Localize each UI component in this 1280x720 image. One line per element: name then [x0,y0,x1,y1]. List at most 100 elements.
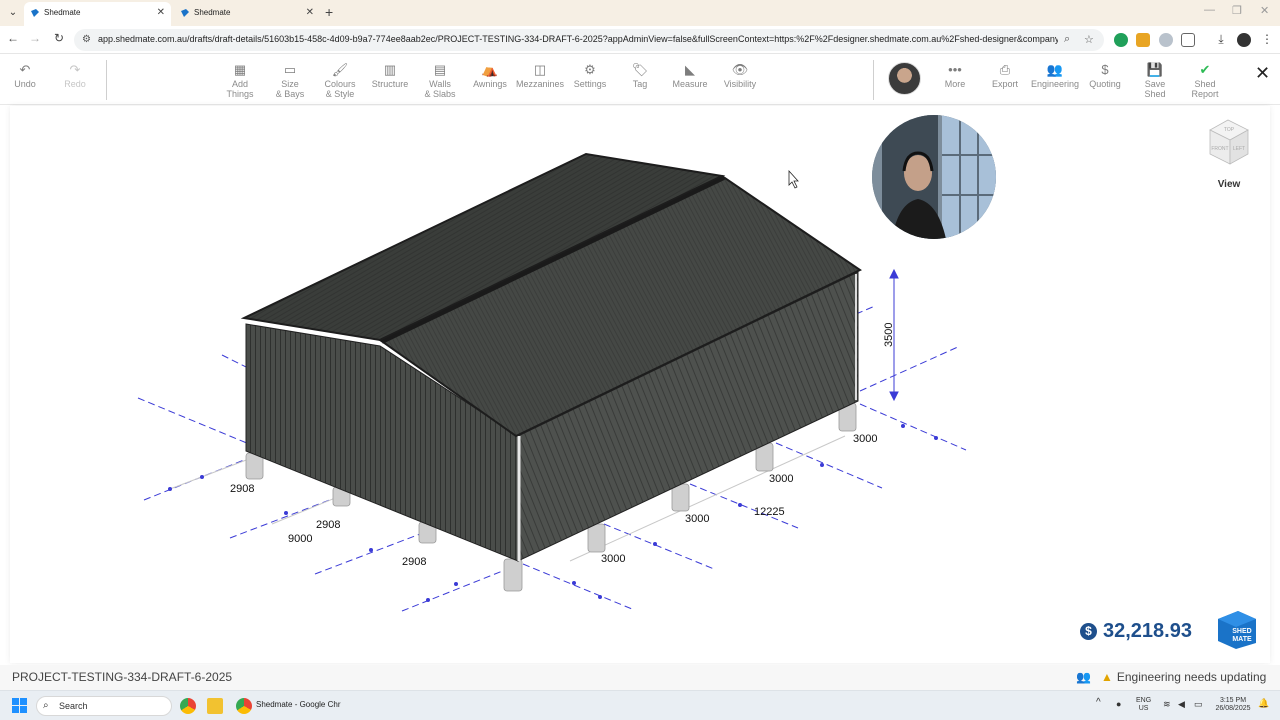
language-indicator[interactable]: ENG US [1136,697,1151,713]
toolbar-item-button-0[interactable]: ▦ Add Things [215,62,265,100]
minimize-icon[interactable]: — [1204,4,1215,16]
battery-icon[interactable]: ▭ [1194,700,1203,709]
status-bar: PROJECT-TESTING-334-DRAFT-6-2025 👥 ▲ Engin… [0,665,1280,690]
toolbar-item-label-line-1: Visibility [723,79,757,89]
toolbar-item-label-line-1: Walls [429,79,451,89]
dim-height: 3500 [883,323,895,347]
tab-close-icon[interactable]: ✕ [306,2,314,24]
more-icon: ••• [948,62,962,77]
browser-tab-inactive[interactable]: Shedmate ✕ [174,2,320,26]
back-icon[interactable]: ← [5,31,21,45]
tab-search-button[interactable]: ⌄ [4,4,22,22]
reload-icon[interactable]: ↻ [51,31,67,45]
toolbar-item-button-2[interactable]: 🖌 Colours & Style [315,62,365,100]
price-value: 32,218.93 [1103,620,1192,642]
engineering-icon: 👥 [1046,62,1064,77]
toolbar-item-button-9[interactable]: ◣ Measure [665,63,715,90]
toolbar-item-button-1[interactable]: ▭ Size & Bays [265,63,315,100]
view-label[interactable]: View [1206,179,1252,190]
quote-price[interactable]: $32,218.93 [1080,618,1192,644]
webcam-person-image [872,115,996,239]
awning-icon: ⛺ [481,62,499,77]
notification-icon[interactable]: 🔔 [1258,699,1269,708]
webcam-overlay [872,115,996,239]
chrome-taskbar-icon[interactable] [180,698,196,714]
taskbar-window-title[interactable]: Shedmate - Google Chr [256,700,341,709]
toolbar-right-item-label-line-1: Export [991,79,1018,89]
taskbar-search[interactable]: ⌕ Search [36,696,172,716]
redo-button[interactable]: ↷ Redo [50,62,100,90]
address-bar[interactable]: ⚙ app.shedmate.com.au/drafts/draft-detai… [74,29,1104,51]
toolbar-item-label-line-1: Awnings [473,79,507,89]
toolbar-item-label-line-1: Mezzanines [515,79,565,89]
printer-icon: ⎙ [999,62,1011,77]
extension-green-icon[interactable] [1114,33,1128,47]
maximize-icon[interactable]: ❐ [1232,4,1242,17]
project-name: PROJECT-TESTING-334-DRAFT-6-2025 [12,670,233,684]
shedmate-logo: SHED MATE [1218,611,1256,649]
toolbar-right-item-button-5[interactable]: ✔ Shed Report [1180,63,1230,100]
undo-button[interactable]: ↶ Undo [0,63,50,90]
forward-icon[interactable]: → [27,31,43,45]
extension-grey-icon[interactable] [1159,33,1173,47]
bookmark-star-icon[interactable]: ☆ [1084,33,1094,46]
download-icon[interactable]: ⤓ [1213,32,1229,47]
view-cube[interactable]: TOP FRONT LEFT [1206,118,1252,168]
shed-3d-viewport[interactable]: 2908 2908 2908 9000 3000 3000 3000 3000 … [10,106,1270,663]
dim-bay-front-2: 2908 [316,519,340,531]
tray-overflow-icon[interactable]: ^ [1096,698,1101,708]
tab-close-icon[interactable]: ✕ [157,2,165,24]
dim-bay-side-4: 3000 [853,433,877,445]
browser-tab-active[interactable]: Shedmate ✕ [24,2,171,26]
toolbar-item-button-7[interactable]: ⚙ Settings [565,62,615,90]
shed-model: 2908 2908 2908 9000 3000 3000 3000 3000 … [137,152,967,612]
new-tab-button[interactable]: + [325,3,333,21]
cube-left-label: LEFT [1233,146,1245,152]
toolbar-item-button-10[interactable]: 👁 Visibility [715,63,765,90]
tab-title: Shedmate [44,8,81,17]
toolbar-item-button-8[interactable]: 🏷 Tag [615,63,665,90]
toolbar-right-item-button-3[interactable]: $ Quoting [1080,62,1130,90]
chrome-window-icon[interactable] [236,698,252,714]
paint-roller-icon: 🖌 [331,62,349,77]
tab-title: Shedmate [194,8,231,17]
redo-icon: ↷ [69,62,81,77]
profile-avatar[interactable] [1237,33,1251,47]
user-avatar[interactable] [888,62,921,95]
shedmate-favicon-icon [181,9,189,17]
site-info-icon[interactable]: ⚙ [82,34,91,45]
file-explorer-icon[interactable] [207,698,223,714]
extensions-puzzle-icon[interactable] [1181,33,1195,47]
users-icon[interactable]: 👥 [1076,670,1091,684]
url-text: app.shedmate.com.au/drafts/draft-details… [98,34,1058,44]
toolbar-right-item-button-0[interactable]: ••• More [930,62,980,90]
extension-new-icon[interactable] [1136,33,1150,47]
window-close-icon[interactable]: ✕ [1260,4,1269,17]
gear-icon: ⚙ [584,62,596,77]
toolbar-item-button-5[interactable]: ⛺ Awnings [465,62,515,90]
app-toolbar: ↶ Undo ↷ Redo ▦ Add Things ▭ Size & Bays 🖌 Colo… [0,55,1280,105]
windows-start-icon[interactable] [12,698,27,713]
dollar-icon: $ [1101,62,1109,77]
engineering-status[interactable]: 👥 ▲ Engineering needs updating [1076,670,1266,684]
toolbar-right-item-label-line-1: Quoting [1089,79,1121,89]
toolbar-item-button-4[interactable]: ▤ Walls & Slabs [415,63,465,100]
cube-top-label: TOP [1224,127,1235,133]
microphone-icon[interactable]: ● [1116,700,1121,709]
toolbar-item-button-3[interactable]: ▥ Structure [365,63,415,90]
volume-icon[interactable]: ◀ [1178,700,1185,709]
close-designer-icon[interactable]: ✕ [1255,63,1270,84]
toolbar-right-item-button-1[interactable]: ⎙ Export [980,62,1030,90]
browser-menu-icon[interactable]: ⋮ [1259,32,1275,46]
wifi-icon[interactable]: ≋ [1163,700,1171,709]
toolbar-right-item-label-line-1: More [944,79,966,89]
toolbar-right-item-label-line-1: Save [1144,79,1166,89]
undo-label: Undo [14,79,36,89]
zoom-icon[interactable]: ⌕ [1064,33,1070,46]
toolbar-divider [106,60,107,100]
toolbar-item-button-6[interactable]: ◫ Mezzanines [515,63,565,90]
toolbar-right-item-button-4[interactable]: 💾 Save Shed [1130,63,1180,100]
clock[interactable]: 3:15 PM 26/08/2025 [1213,697,1253,713]
toolbar-right-item-button-2[interactable]: 👥 Engineering [1030,62,1080,90]
add-things-icon: ▦ [233,62,247,77]
